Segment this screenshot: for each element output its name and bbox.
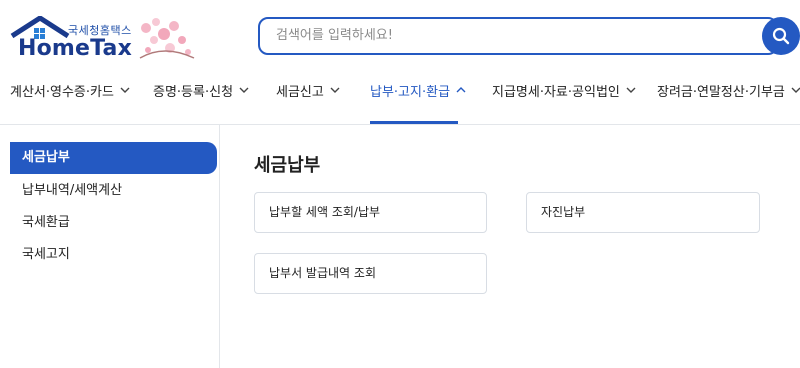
sidebar: 세금납부 납부내역/세액계산 국세환급 국세고지	[0, 125, 220, 368]
search-button[interactable]	[762, 17, 800, 55]
chevron-down-icon	[120, 87, 130, 93]
sidebar-item-tax-payment[interactable]: 세금납부	[10, 142, 217, 174]
nav-item-tax-return[interactable]: 세금신고	[276, 80, 340, 100]
card-self-payment[interactable]: 자진납부	[526, 192, 760, 233]
chevron-down-icon	[239, 87, 249, 93]
hometax-logo[interactable]: 국세청홈택스 HomeTax	[10, 14, 200, 64]
search-box	[258, 17, 778, 55]
nav-item-label: 증명·등록·신청	[153, 84, 234, 100]
nav-item-invoice[interactable]: 계산서·영수증·카드	[10, 80, 130, 100]
chevron-down-icon	[626, 87, 636, 93]
logo-title: HomeTax	[18, 36, 132, 61]
nav-item-incentive[interactable]: 장려금·연말정산·기부금	[657, 80, 800, 100]
chevron-down-icon	[330, 87, 340, 93]
page-title: 세금납부	[254, 155, 321, 176]
card-tax-due-inquiry[interactable]: 납부할 세액 조회/납부	[254, 192, 487, 233]
cherry-blossom-icon	[139, 18, 195, 59]
nav-item-label: 계산서·영수증·카드	[10, 84, 114, 100]
nav-item-certificate[interactable]: 증명·등록·신청	[153, 80, 249, 100]
card-payment-slip-history[interactable]: 납부서 발급내역 조회	[254, 253, 487, 294]
nav-item-label: 장려금·연말정산·기부금	[657, 84, 785, 100]
sidebar-item-tax-notice[interactable]: 국세고지	[10, 239, 217, 271]
nav-item-payment[interactable]: 납부·고지·환급	[370, 80, 466, 100]
sidebar-item-payment-history[interactable]: 납부내역/세액계산	[10, 175, 217, 207]
nav-item-statement[interactable]: 지급명세·자료·공익법인	[492, 80, 636, 100]
nav-item-label: 지급명세·자료·공익법인	[492, 84, 620, 100]
nav-item-label: 세금신고	[276, 84, 324, 100]
chevron-up-icon	[456, 87, 466, 93]
chevron-down-icon	[791, 87, 800, 93]
main-nav: 계산서·영수증·카드 증명·등록·신청 세금신고 납부·고지·환급 지급명세·자…	[0, 78, 800, 124]
nav-item-label: 납부·고지·환급	[370, 84, 451, 100]
sidebar-item-tax-refund[interactable]: 국세환급	[10, 207, 217, 239]
search-icon	[772, 27, 790, 45]
search-input[interactable]	[276, 28, 716, 43]
